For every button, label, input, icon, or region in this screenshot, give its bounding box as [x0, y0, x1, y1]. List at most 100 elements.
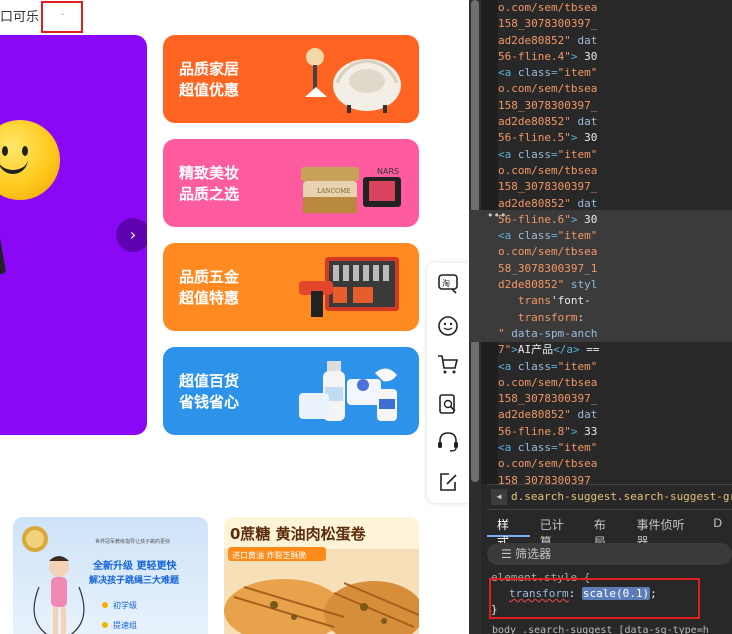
- dom-node-line[interactable]: transform:: [498, 310, 732, 326]
- code-token: class: [517, 441, 551, 455]
- smile-icon[interactable]: [435, 313, 461, 339]
- dom-node-line[interactable]: 158_3078300397_: [498, 179, 732, 195]
- dom-node-line[interactable]: 58_3078300397_1: [498, 261, 732, 277]
- code-token: class: [517, 359, 551, 373]
- household-goods-image: [299, 361, 397, 421]
- card1-item2: 提速组: [113, 620, 137, 630]
- code-token: </a>: [553, 343, 580, 357]
- dom-node-line[interactable]: o.com/sem/tbsea: [498, 163, 732, 179]
- card1-item1: 初学级: [113, 600, 137, 610]
- dom-node-line[interactable]: trans'font-: [498, 293, 732, 309]
- dom-node-line[interactable]: d2de80852" styl: [498, 277, 732, 293]
- code-token: transform: [498, 310, 578, 324]
- code-token: 158_3078300397_: [498, 473, 598, 484]
- dom-node-line[interactable]: 7">AI产品</a> ==: [498, 342, 732, 358]
- dom-node-line[interactable]: 56-fline.8"> 33: [498, 424, 732, 440]
- code-token: 56-fline.5": [498, 131, 571, 145]
- dom-node-line[interactable]: 158_3078300397_: [498, 16, 732, 32]
- dom-node-line[interactable]: 158_3078300397_: [498, 98, 732, 114]
- code-token: ==: [579, 343, 600, 357]
- dom-node-line[interactable]: 56-fline.6"> 30: [498, 212, 732, 228]
- promo-cosmetics[interactable]: 精致美妆 品质之选 LANCOME NARS: [163, 139, 419, 227]
- promo-daily-goods-text: 超值百货 省钱省心: [179, 371, 239, 413]
- promo-hardware-line1: 品质五金: [179, 268, 240, 286]
- svg-text:淘: 淘: [442, 278, 450, 288]
- dom-node-line[interactable]: <a class="item": [498, 228, 732, 244]
- code-token: 56-fline.8": [498, 424, 571, 438]
- egg-roll-image: 0蔗糖 黄油肉松蛋卷 进口黄油 炸裂芝酥脆: [224, 517, 419, 634]
- dom-node-line[interactable]: o.com/sem/tbsea: [498, 375, 732, 391]
- breadcrumb: ◀ d.search-suggest.search-suggest-group: [487, 484, 732, 510]
- edit-icon[interactable]: [435, 469, 461, 495]
- tab-more[interactable]: D: [703, 511, 732, 537]
- dom-node-line[interactable]: <a class="item": [498, 65, 732, 81]
- code-token: dat: [570, 33, 598, 47]
- promo-hardware[interactable]: 品质五金 超值特惠: [163, 243, 419, 331]
- dom-node-line[interactable]: o.com/sem/tbsea: [498, 456, 732, 472]
- dom-node-line[interactable]: <a class="item": [498, 359, 732, 375]
- dom-node-line[interactable]: ad2de80852" dat: [498, 114, 732, 130]
- dom-node-line[interactable]: ad2de80852" dat: [498, 196, 732, 212]
- dom-node-line[interactable]: 56-fline.4"> 30: [498, 49, 732, 65]
- hero-next-button[interactable]: ›: [116, 218, 147, 252]
- code-token: =: [551, 441, 558, 455]
- code-token: dat: [570, 196, 598, 210]
- headset-icon[interactable]: [435, 429, 461, 455]
- dom-node-line[interactable]: o.com/sem/tbsea: [498, 81, 732, 97]
- search-doc-icon[interactable]: [435, 391, 461, 417]
- code-token: "item": [557, 229, 598, 243]
- code-token: <a: [498, 359, 518, 373]
- code-token: =: [551, 229, 558, 243]
- code-token: "item": [557, 359, 598, 373]
- code-token: class: [517, 147, 551, 161]
- cart-icon[interactable]: [435, 351, 461, 377]
- breadcrumb-back-icon[interactable]: ◀: [491, 489, 507, 505]
- dom-node-line[interactable]: ad2de80852" dat: [498, 407, 732, 423]
- tab-event-listeners[interactable]: 事件侦听器: [627, 511, 704, 549]
- tab-computed[interactable]: 已计算: [530, 511, 584, 549]
- armchair-lamp-image: [305, 48, 401, 113]
- dom-node-line[interactable]: " data-spm-anch: [498, 326, 732, 342]
- tab-styles[interactable]: 样式: [487, 511, 530, 549]
- code-token: o.com/sem/tbsea: [498, 163, 598, 177]
- elements-tree[interactable]: o.com/sem/tbsea 158_3078300397_ ad2de80852…: [498, 0, 732, 484]
- hero-banner[interactable]: ›: [0, 35, 147, 435]
- code-token: =: [551, 66, 558, 80]
- code-token: <a: [498, 441, 518, 455]
- code-token: "item": [557, 66, 598, 80]
- styles-filter-input[interactable]: ☰ 筛选器: [487, 543, 732, 565]
- code-token: :: [577, 310, 591, 324]
- dom-node-line[interactable]: 56-fline.5"> 30: [498, 130, 732, 146]
- promo-home[interactable]: 品质家居 超值优惠: [163, 35, 419, 123]
- breadcrumb-current[interactable]: d.search-suggest.search-suggest-group: [511, 490, 732, 503]
- next-rule-selector[interactable]: body .search-suggest [data-sg-type=h: [492, 625, 709, 634]
- dom-node-line[interactable]: <a class="item": [498, 440, 732, 456]
- code-token: o.com/sem/tbsea: [498, 245, 598, 259]
- code-token: =: [551, 359, 558, 373]
- dom-node-line[interactable]: <a class="item": [498, 147, 732, 163]
- smiley-icon: [0, 120, 60, 200]
- code-token: 158_3078300397_: [498, 392, 598, 406]
- product-card-egg-roll[interactable]: 0蔗糖 黄油肉松蛋卷 进口黄油 炸裂芝酥脆: [224, 517, 419, 634]
- promo-daily-goods[interactable]: 超值百货 省钱省心: [163, 347, 419, 435]
- code-token: o.com/sem/tbsea: [498, 82, 598, 96]
- promo-hardware-text: 品质五金 超值特惠: [179, 267, 239, 309]
- tab-layout[interactable]: 布局: [584, 511, 627, 549]
- card1-top-note: 世界冠军教练指导让孩子跳的更快: [95, 538, 170, 545]
- dom-node-line[interactable]: 158_3078300397_: [498, 391, 732, 407]
- code-token: d2de80852": [498, 278, 565, 292]
- dom-node-line[interactable]: ad2de80852" dat: [498, 33, 732, 49]
- code-token: 58_3078300397_1: [498, 261, 598, 275]
- dom-node-line[interactable]: 158_3078300397_: [498, 473, 732, 484]
- tmall-icon[interactable]: 淘: [435, 271, 461, 297]
- code-token: ad2de80852": [498, 115, 571, 129]
- code-token: 158_3078300397_: [498, 17, 598, 31]
- dom-node-line[interactable]: o.com/sem/tbsea: [498, 244, 732, 260]
- product-card-jump-rope[interactable]: 世界冠军教练指导让孩子跳的更快 全新升级 更轻更快 解决孩子跳绳三大难题 初学级…: [13, 517, 208, 634]
- code-token: 30: [577, 212, 598, 226]
- code-token: 158_3078300397_: [498, 98, 598, 112]
- dom-node-line[interactable]: o.com/sem/tbsea: [498, 0, 732, 16]
- code-token: <a: [498, 66, 518, 80]
- promo-hardware-line2: 超值特惠: [179, 289, 240, 307]
- code-token: class: [517, 66, 551, 80]
